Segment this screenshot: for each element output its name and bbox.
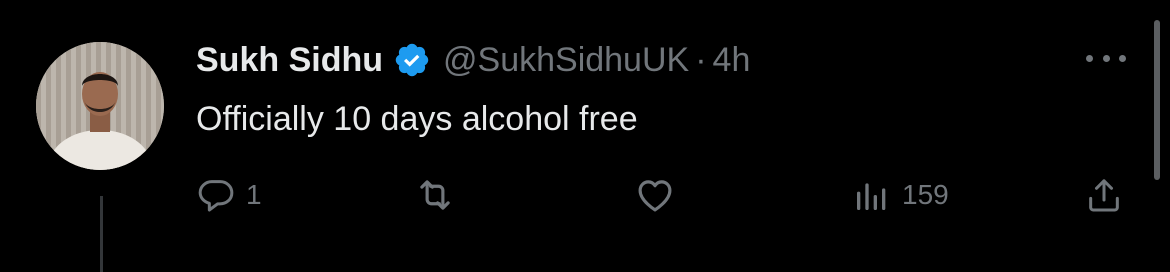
- retweet-icon: [414, 174, 456, 216]
- reply-icon: [196, 175, 236, 215]
- verified-badge-icon: [393, 41, 431, 79]
- user-handle[interactable]: @SukhSidhuUK: [443, 41, 689, 80]
- like-button[interactable]: [634, 172, 686, 218]
- views-chart-icon: [852, 175, 892, 215]
- more-dot: [1086, 54, 1093, 62]
- tweet-text: Officially 10 days alcohol free: [196, 100, 638, 138]
- tweet-card[interactable]: Sukh Sidhu @SukhSidhuUK · 4h Officially …: [0, 0, 1170, 272]
- more-dot: [1102, 54, 1110, 62]
- share-button[interactable]: [1084, 172, 1124, 218]
- retweet-button[interactable]: [414, 172, 466, 218]
- display-name[interactable]: Sukh Sidhu: [196, 41, 383, 80]
- heart-icon: [634, 174, 676, 216]
- separator-dot: ·: [695, 40, 707, 79]
- avatar[interactable]: [36, 42, 164, 170]
- views-button[interactable]: 159: [852, 172, 949, 218]
- tweet-time[interactable]: 4h: [713, 41, 751, 80]
- share-icon: [1084, 175, 1124, 215]
- views-count: 159: [902, 179, 949, 210]
- more-dot: [1119, 54, 1126, 62]
- reply-button[interactable]: 1: [196, 172, 262, 218]
- tweet-header: Sukh Sidhu @SukhSidhuUK · 4h: [196, 38, 750, 82]
- avatar-photo: [36, 42, 164, 170]
- scrollbar[interactable]: [1154, 20, 1160, 180]
- reply-count: 1: [246, 179, 262, 210]
- more-options-icon[interactable]: [1086, 46, 1126, 70]
- tweet-actions: 1 159: [196, 172, 1136, 218]
- thread-line: [100, 196, 103, 272]
